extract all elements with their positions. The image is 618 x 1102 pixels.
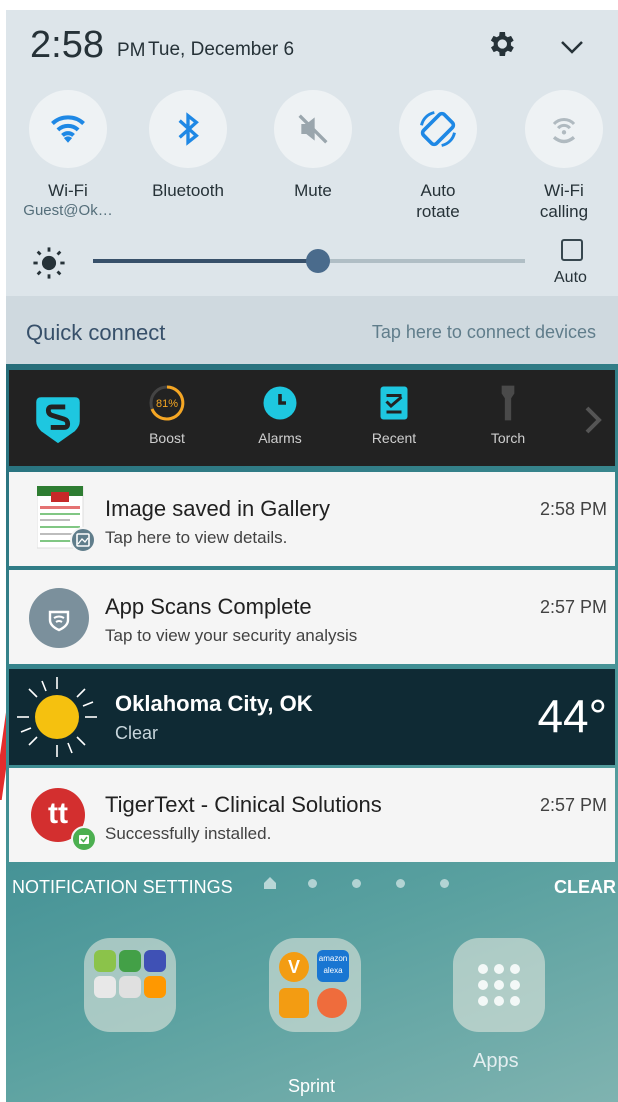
app-icon <box>119 976 141 998</box>
toolbar-alarms[interactable]: Alarms <box>240 384 320 446</box>
page-indicator-dot <box>352 879 361 888</box>
notification-image-saved[interactable]: Image saved in Gallery Tap here to view … <box>9 472 615 566</box>
auto-rotate-icon <box>420 111 456 147</box>
google-apps-folder[interactable] <box>84 938 176 1032</box>
security-toolbar-notification[interactable]: 81% Boost Alarms Recent Torch <box>9 370 615 466</box>
quick-connect-bar[interactable]: Quick connect Tap here to connect device… <box>6 296 618 364</box>
notification-text: Tap here to view details. <box>105 528 288 547</box>
page-indicator-dot <box>308 879 317 888</box>
tile-label: Mute <box>294 181 332 200</box>
vudu-icon: V <box>279 952 309 982</box>
quick-connect-title: Quick connect <box>26 320 166 345</box>
tile-label: Wi-Fi <box>48 181 88 200</box>
notification-time: 2:57 PM <box>539 597 607 617</box>
notification-tigertext[interactable]: tt TigerText - Clinical Solutions Succes… <box>9 768 615 862</box>
tile-label: Auto rotate <box>416 181 460 221</box>
app-icon <box>94 950 116 972</box>
notification-time: 2:57 PM <box>539 795 607 815</box>
app-icon <box>144 976 166 998</box>
notification-title: Image saved in Gallery <box>105 496 330 521</box>
auto-brightness-checkbox[interactable] <box>561 239 583 261</box>
gear-icon[interactable] <box>485 28 517 60</box>
wifi-icon <box>51 115 85 143</box>
notification-text: Tap to view your security analysis <box>105 626 358 645</box>
clock-date: Tue, December 6 <box>148 39 295 60</box>
notification-text: Successfully installed. <box>105 824 272 843</box>
tile-label: Wi-Fi calling <box>539 181 589 221</box>
tile-mute-button[interactable] <box>274 90 352 168</box>
tile-bluetooth-button[interactable] <box>149 90 227 168</box>
chevron-right-icon[interactable] <box>583 406 603 434</box>
notification-time: 2:58 PM <box>539 499 607 519</box>
amazon-folder[interactable]: V amazon alexa <box>269 938 361 1032</box>
boost-gauge-icon: 81% <box>149 385 185 421</box>
quick-panel: 2:58 PM Tue, December 6 Wi-Fi Guest@Ok… <box>6 10 618 296</box>
weather-condition: Clear <box>115 723 159 743</box>
apps-label: Apps <box>473 1050 519 1072</box>
brightness-icon <box>33 247 65 279</box>
clock-time: 2:58 <box>30 24 104 66</box>
sun-icon <box>17 677 97 757</box>
apps-drawer-button[interactable] <box>453 938 545 1032</box>
auto-brightness-label: Auto <box>554 269 587 286</box>
toolbar-label: Torch <box>490 430 526 446</box>
security-app-logo-icon[interactable] <box>29 390 87 448</box>
app-icon <box>144 950 166 972</box>
screenshot-thumbnail-icon <box>37 486 96 553</box>
home-indicator-icon <box>264 877 276 889</box>
weather-temperature: 44° <box>537 690 607 742</box>
security-shield-icon <box>29 588 89 648</box>
package-installed-icon <box>71 826 97 852</box>
app-icon <box>317 988 347 1018</box>
carrier-label: Sprint <box>288 1076 336 1096</box>
tile-auto-rotate-button[interactable] <box>399 90 477 168</box>
wifi-calling-icon <box>552 117 576 144</box>
notification-settings-button[interactable]: NOTIFICATION SETTINGS <box>12 877 233 898</box>
boost-percent: 81% <box>156 398 178 410</box>
quick-connect-hint: Tap here to connect devices <box>371 322 596 342</box>
clock-ampm: PM <box>117 40 146 61</box>
tile-mute[interactable]: Mute <box>258 90 368 201</box>
toolbar-recent[interactable]: Recent <box>354 384 434 446</box>
tile-wifi-calling-button[interactable] <box>525 90 603 168</box>
tile-label: Bluetooth <box>152 181 224 200</box>
app-icon <box>119 950 141 972</box>
brightness-slider-thumb[interactable] <box>305 249 330 273</box>
clear-button[interactable]: CLEAR <box>554 877 616 898</box>
weather-city: Oklahoma City, OK <box>115 691 313 716</box>
notification-title: TigerText - Clinical Solutions <box>105 792 382 817</box>
clock-icon <box>263 386 297 420</box>
bluetooth-icon <box>178 112 199 146</box>
page-indicator-dot <box>396 879 405 888</box>
weather-notification[interactable]: Oklahoma City, OK Clear 44° <box>9 669 615 765</box>
mute-icon <box>298 114 328 144</box>
tile-bluetooth[interactable]: Bluetooth <box>133 90 243 201</box>
brightness-slider[interactable] <box>93 249 525 273</box>
app-icon <box>94 976 116 998</box>
toolbar-label: Boost <box>149 430 185 446</box>
brightness-slider-fill <box>93 259 318 263</box>
amazon-alexa-icon: amazon alexa <box>317 950 349 982</box>
toolbar-label: Alarms <box>258 430 302 446</box>
tile-wifi-button[interactable] <box>29 90 107 168</box>
tile-sublabel: Guest@Ok… <box>23 202 113 219</box>
notification-title: App Scans Complete <box>105 594 312 619</box>
chevron-down-icon[interactable] <box>557 32 587 62</box>
tile-wifi-calling[interactable]: Wi-Fi calling <box>509 90 618 222</box>
toolbar-torch[interactable]: Torch <box>468 384 548 446</box>
toolbar-label: Recent <box>371 430 417 446</box>
page-indicator-dot <box>440 879 449 888</box>
apps-grid-icon <box>478 964 520 1006</box>
torch-icon <box>501 385 515 421</box>
notification-app-scans[interactable]: App Scans Complete Tap to view your secu… <box>9 570 615 664</box>
recent-checklist-icon <box>380 386 408 420</box>
notification-shade: 2:58 PM Tue, December 6 Wi-Fi Guest@Ok… <box>6 10 618 1102</box>
tile-auto-rotate[interactable]: Auto rotate <box>383 90 493 222</box>
toolbar-boost[interactable]: 81% Boost <box>127 384 207 446</box>
video-icon <box>279 988 309 1018</box>
tile-wifi[interactable]: Wi-Fi Guest@Ok… <box>13 90 123 220</box>
